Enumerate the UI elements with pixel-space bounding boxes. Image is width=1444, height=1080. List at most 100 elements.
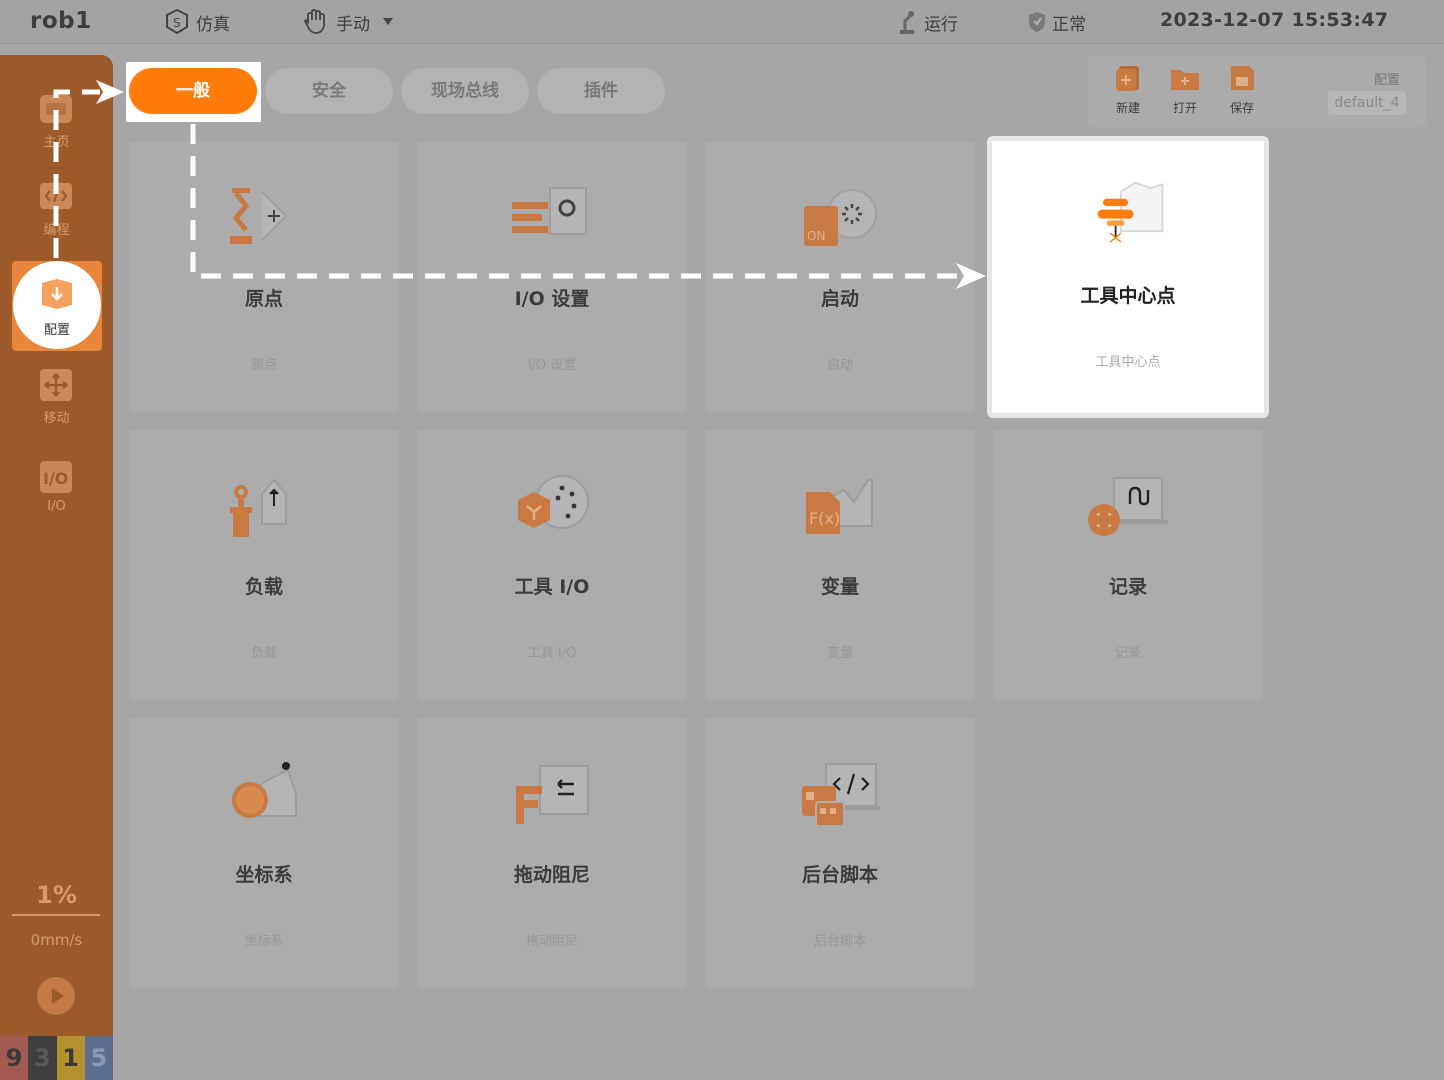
status-label: 正常 <box>1052 14 1086 35</box>
card-drag-damping[interactable]: 拖动阻尼 拖动阻尼 <box>417 718 687 988</box>
card-subtitle: 工具 I/O <box>527 646 577 661</box>
variable-icon: F(x) <box>806 479 873 534</box>
simulation-toggle[interactable]: S 仿真 <box>162 8 230 36</box>
tab-plugins[interactable]: 插件 <box>537 68 665 114</box>
sidebar-item-programming[interactable]: 编程 <box>0 179 113 257</box>
counter-digit: 9 <box>0 1036 29 1080</box>
card-tool-io[interactable]: 工具 I/O 工具 I/O <box>417 430 687 700</box>
card-subtitle: 记录 <box>1114 646 1141 661</box>
sidebar-item-config[interactable]: 配置 <box>12 261 102 351</box>
sidebar-item-move[interactable]: 移动 <box>0 367 113 445</box>
open-button[interactable]: 打开 <box>1163 63 1207 116</box>
card-title: 后台脚本 <box>801 864 878 886</box>
new-label: 新建 <box>1115 101 1140 115</box>
datetime: 2023-12-07 15:53:47 <box>1160 9 1389 31</box>
frame-icon <box>232 762 297 818</box>
speed-mm-per-second: 0mm/s <box>30 931 83 949</box>
card-background-script[interactable]: 后台脚本 后台脚本 <box>705 718 975 988</box>
card-title: 启动 <box>820 288 859 310</box>
code-icon <box>40 183 72 209</box>
card-tool-center-point[interactable]: 工具中心点 工具中心点 <box>987 136 1269 418</box>
counter-digit: 3 <box>28 1036 57 1080</box>
robot-name: rob1 <box>30 8 92 34</box>
system-status: 正常 <box>1026 8 1086 36</box>
payload-icon <box>230 478 287 537</box>
card-title: I/O 设置 <box>514 288 590 310</box>
sidebar-item-io[interactable]: I/O I/O <box>0 459 113 537</box>
shield-icon <box>1029 12 1045 32</box>
io-settings-icon <box>512 187 587 235</box>
card-payload[interactable]: 负载 负载 <box>129 430 399 700</box>
card-coordinate-frames[interactable]: 坐标系 坐标系 <box>129 718 399 988</box>
hand-icon <box>303 9 325 34</box>
background-script-icon <box>802 763 880 827</box>
card-subtitle: I/O 设置 <box>527 358 577 373</box>
sidebar-item-label: 主页 <box>43 135 70 150</box>
simulation-label: 仿真 <box>196 14 230 35</box>
home-position-icon <box>230 188 288 244</box>
play-icon <box>52 988 64 1004</box>
config-name-field[interactable]: default_4 <box>1328 91 1406 115</box>
open-label: 打开 <box>1172 101 1197 115</box>
sidebar: 主页 编程 配置 移动 I/O I/O 1% 0mm/s <box>0 55 113 1080</box>
chevron-down-icon <box>383 18 393 25</box>
card-startup[interactable]: ON 启动 启动 <box>705 142 975 412</box>
sidebar-item-home[interactable]: 主页 <box>0 91 113 169</box>
divider <box>12 914 100 916</box>
card-title: 原点 <box>244 288 283 310</box>
robot-arm-icon <box>900 11 914 34</box>
card-subtitle: 变量 <box>826 646 853 661</box>
save-label: 保存 <box>1229 101 1254 115</box>
save-icon <box>1231 66 1254 90</box>
card-title: 负载 <box>244 576 283 598</box>
tcp-icon <box>1097 181 1164 243</box>
new-file-icon <box>1116 66 1139 91</box>
play-button[interactable] <box>37 977 75 1015</box>
tab-general[interactable]: 一般 <box>129 68 257 114</box>
config-label: 配置 <box>1374 73 1401 88</box>
card-title: 工具中心点 <box>1080 285 1176 307</box>
svg-text:I/O: I/O <box>43 469 68 488</box>
card-subtitle: 负载 <box>250 646 277 661</box>
folder-open-icon <box>1171 70 1199 90</box>
card-subtitle: 坐标系 <box>244 934 284 949</box>
card-io-settings[interactable]: I/O 设置 I/O 设置 <box>417 142 687 412</box>
save-button[interactable]: 保存 <box>1220 63 1264 116</box>
simulation-icon: S <box>166 8 188 35</box>
sidebar-item-label: 配置 <box>43 323 70 338</box>
tab-safety[interactable]: 安全 <box>265 68 393 114</box>
card-variables[interactable]: F(x) 变量 变量 <box>705 430 975 700</box>
new-button[interactable]: 新建 <box>1106 63 1150 116</box>
card-title: 记录 <box>1108 576 1147 598</box>
config-file-panel: 新建 打开 保存 配置 default_4 <box>1088 55 1426 127</box>
sidebar-item-label: I/O <box>47 499 66 514</box>
svg-text:F(x): F(x) <box>809 509 840 528</box>
drag-damping-icon <box>516 765 589 824</box>
home-icon <box>40 95 72 123</box>
startup-icon: ON <box>804 189 877 246</box>
card-title: 坐标系 <box>235 864 293 886</box>
top-bar: rob1 S 仿真 手动 运行 正常 2023-12-07 15:53:47 <box>0 0 1444 44</box>
tool-io-icon <box>518 475 589 529</box>
manual-label: 手动 <box>336 14 370 35</box>
move-icon <box>40 369 72 401</box>
sidebar-item-label: 编程 <box>43 223 70 238</box>
tab-fieldbus[interactable]: 现场总线 <box>401 68 529 114</box>
card-title: 拖动阻尼 <box>513 864 590 886</box>
card-title: 工具 I/O <box>514 576 590 598</box>
speed-percentage[interactable]: 1% <box>0 881 113 909</box>
counter-digit: 5 <box>84 1036 113 1080</box>
card-subtitle: 启动 <box>826 358 853 373</box>
bottom-counter: 9 3 1 5 <box>0 1036 113 1080</box>
svg-text:S: S <box>173 16 181 30</box>
sidebar-item-label: 移动 <box>43 411 70 426</box>
record-icon <box>1088 477 1168 536</box>
counter-digit: 1 <box>56 1036 85 1080</box>
card-records[interactable]: 记录 记录 <box>993 430 1263 700</box>
card-home-position[interactable]: 原点 原点 <box>129 142 399 412</box>
manual-mode-dropdown[interactable]: 手动 <box>302 8 404 36</box>
card-title: 变量 <box>820 576 859 598</box>
card-subtitle: 原点 <box>250 358 277 373</box>
card-subtitle: 拖动阻尼 <box>525 934 578 949</box>
config-icon <box>42 279 72 309</box>
